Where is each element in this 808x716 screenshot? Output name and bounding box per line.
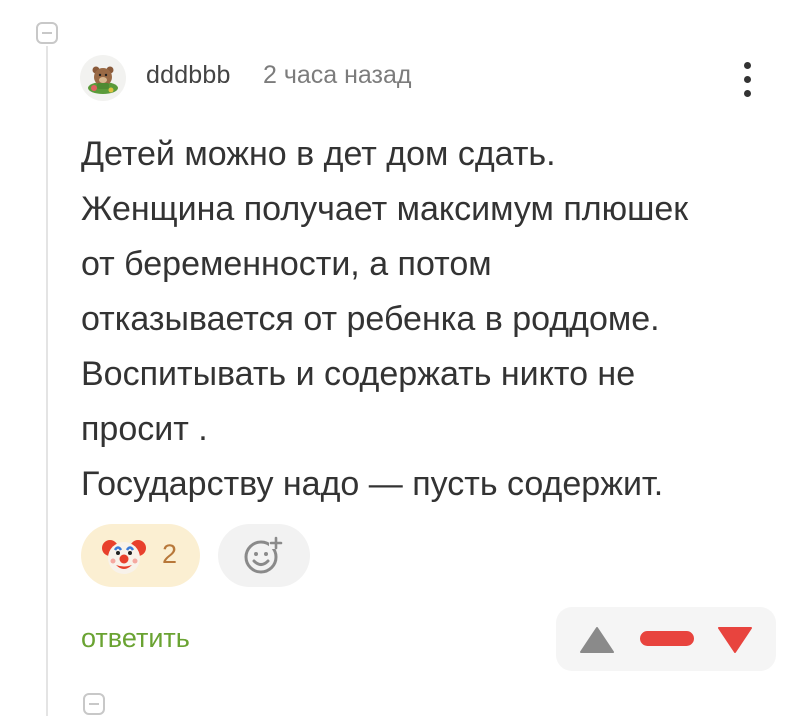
rating-widget (556, 607, 776, 671)
rating-score-bar (640, 631, 694, 646)
vertical-dots-icon-dot (744, 90, 751, 97)
reaction-clown-button[interactable]: 2 (81, 524, 200, 587)
comment-page: dddbbb 2 часа назад Детей можно в дет до… (0, 0, 808, 716)
collapse-thread-button[interactable] (36, 22, 58, 44)
bear-avatar-icon (88, 66, 118, 94)
triangle-up-icon[interactable] (578, 625, 616, 655)
comment-body-line: просит . (81, 410, 208, 448)
comment-body: Детей можно в дет дом сдать. Женщина пол… (81, 127, 781, 512)
user-avatar[interactable] (80, 55, 126, 101)
username[interactable]: dddbbb (146, 61, 231, 90)
vertical-dots-icon (744, 62, 751, 69)
comment-body-line: Государству надо — пусть содержит. (81, 465, 664, 503)
comment-body-line: Детей можно в дет дом сдать. (81, 135, 556, 173)
add-reaction-button[interactable] (218, 524, 310, 587)
collapse-reply-button[interactable] (83, 693, 105, 715)
comment-time[interactable]: 2 часа назад (263, 61, 412, 90)
comment-body-line: от беременности, а потом (81, 245, 492, 283)
comment-body-line: Воспитывать и содержать никто не (81, 355, 636, 393)
more-options-button[interactable] (736, 60, 760, 100)
reply-button[interactable]: ответить (81, 623, 190, 654)
smile-plus-icon (244, 536, 283, 574)
clown-face-icon (102, 540, 146, 574)
comment-body-line: отказывается от ребенка в роддоме. (81, 300, 660, 338)
triangle-down-icon[interactable] (716, 625, 754, 655)
reaction-count: 2 (162, 539, 178, 569)
vertical-dots-icon-dot (744, 76, 751, 83)
thread-line[interactable] (46, 46, 48, 716)
comment-body-line: Женщина получает максимум плюшек (81, 190, 689, 228)
